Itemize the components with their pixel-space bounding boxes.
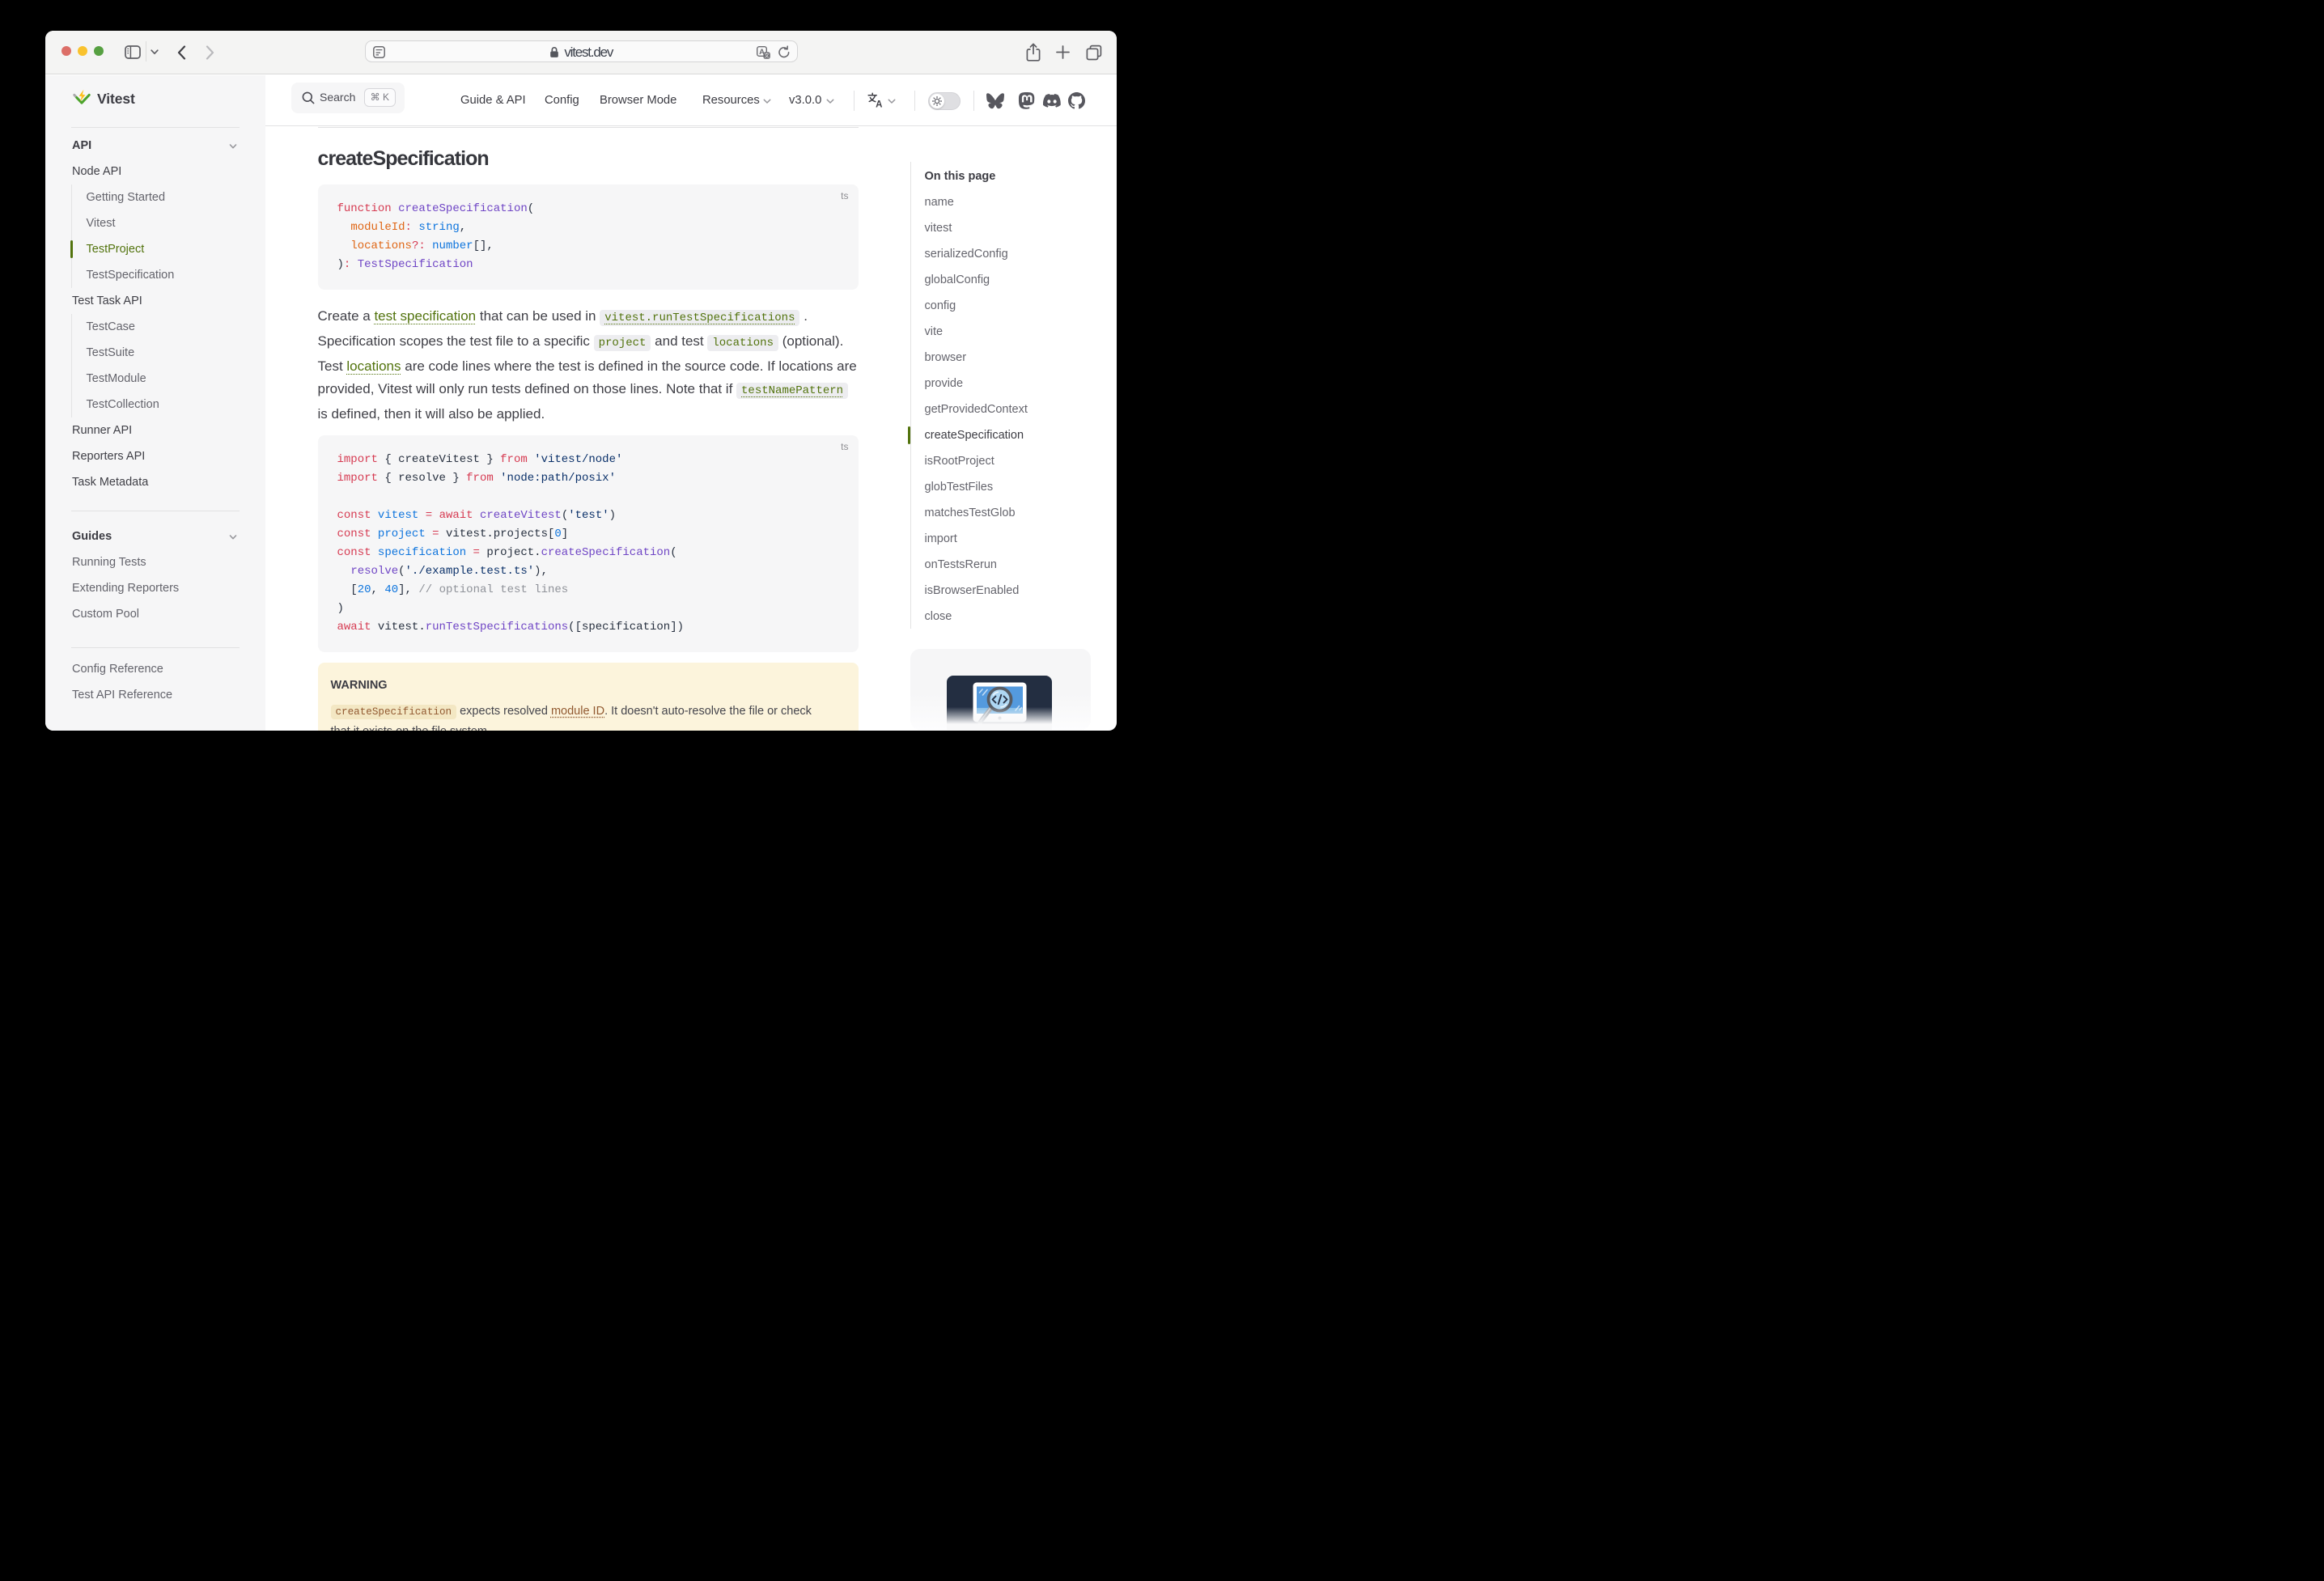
svg-text:文: 文	[764, 51, 770, 58]
